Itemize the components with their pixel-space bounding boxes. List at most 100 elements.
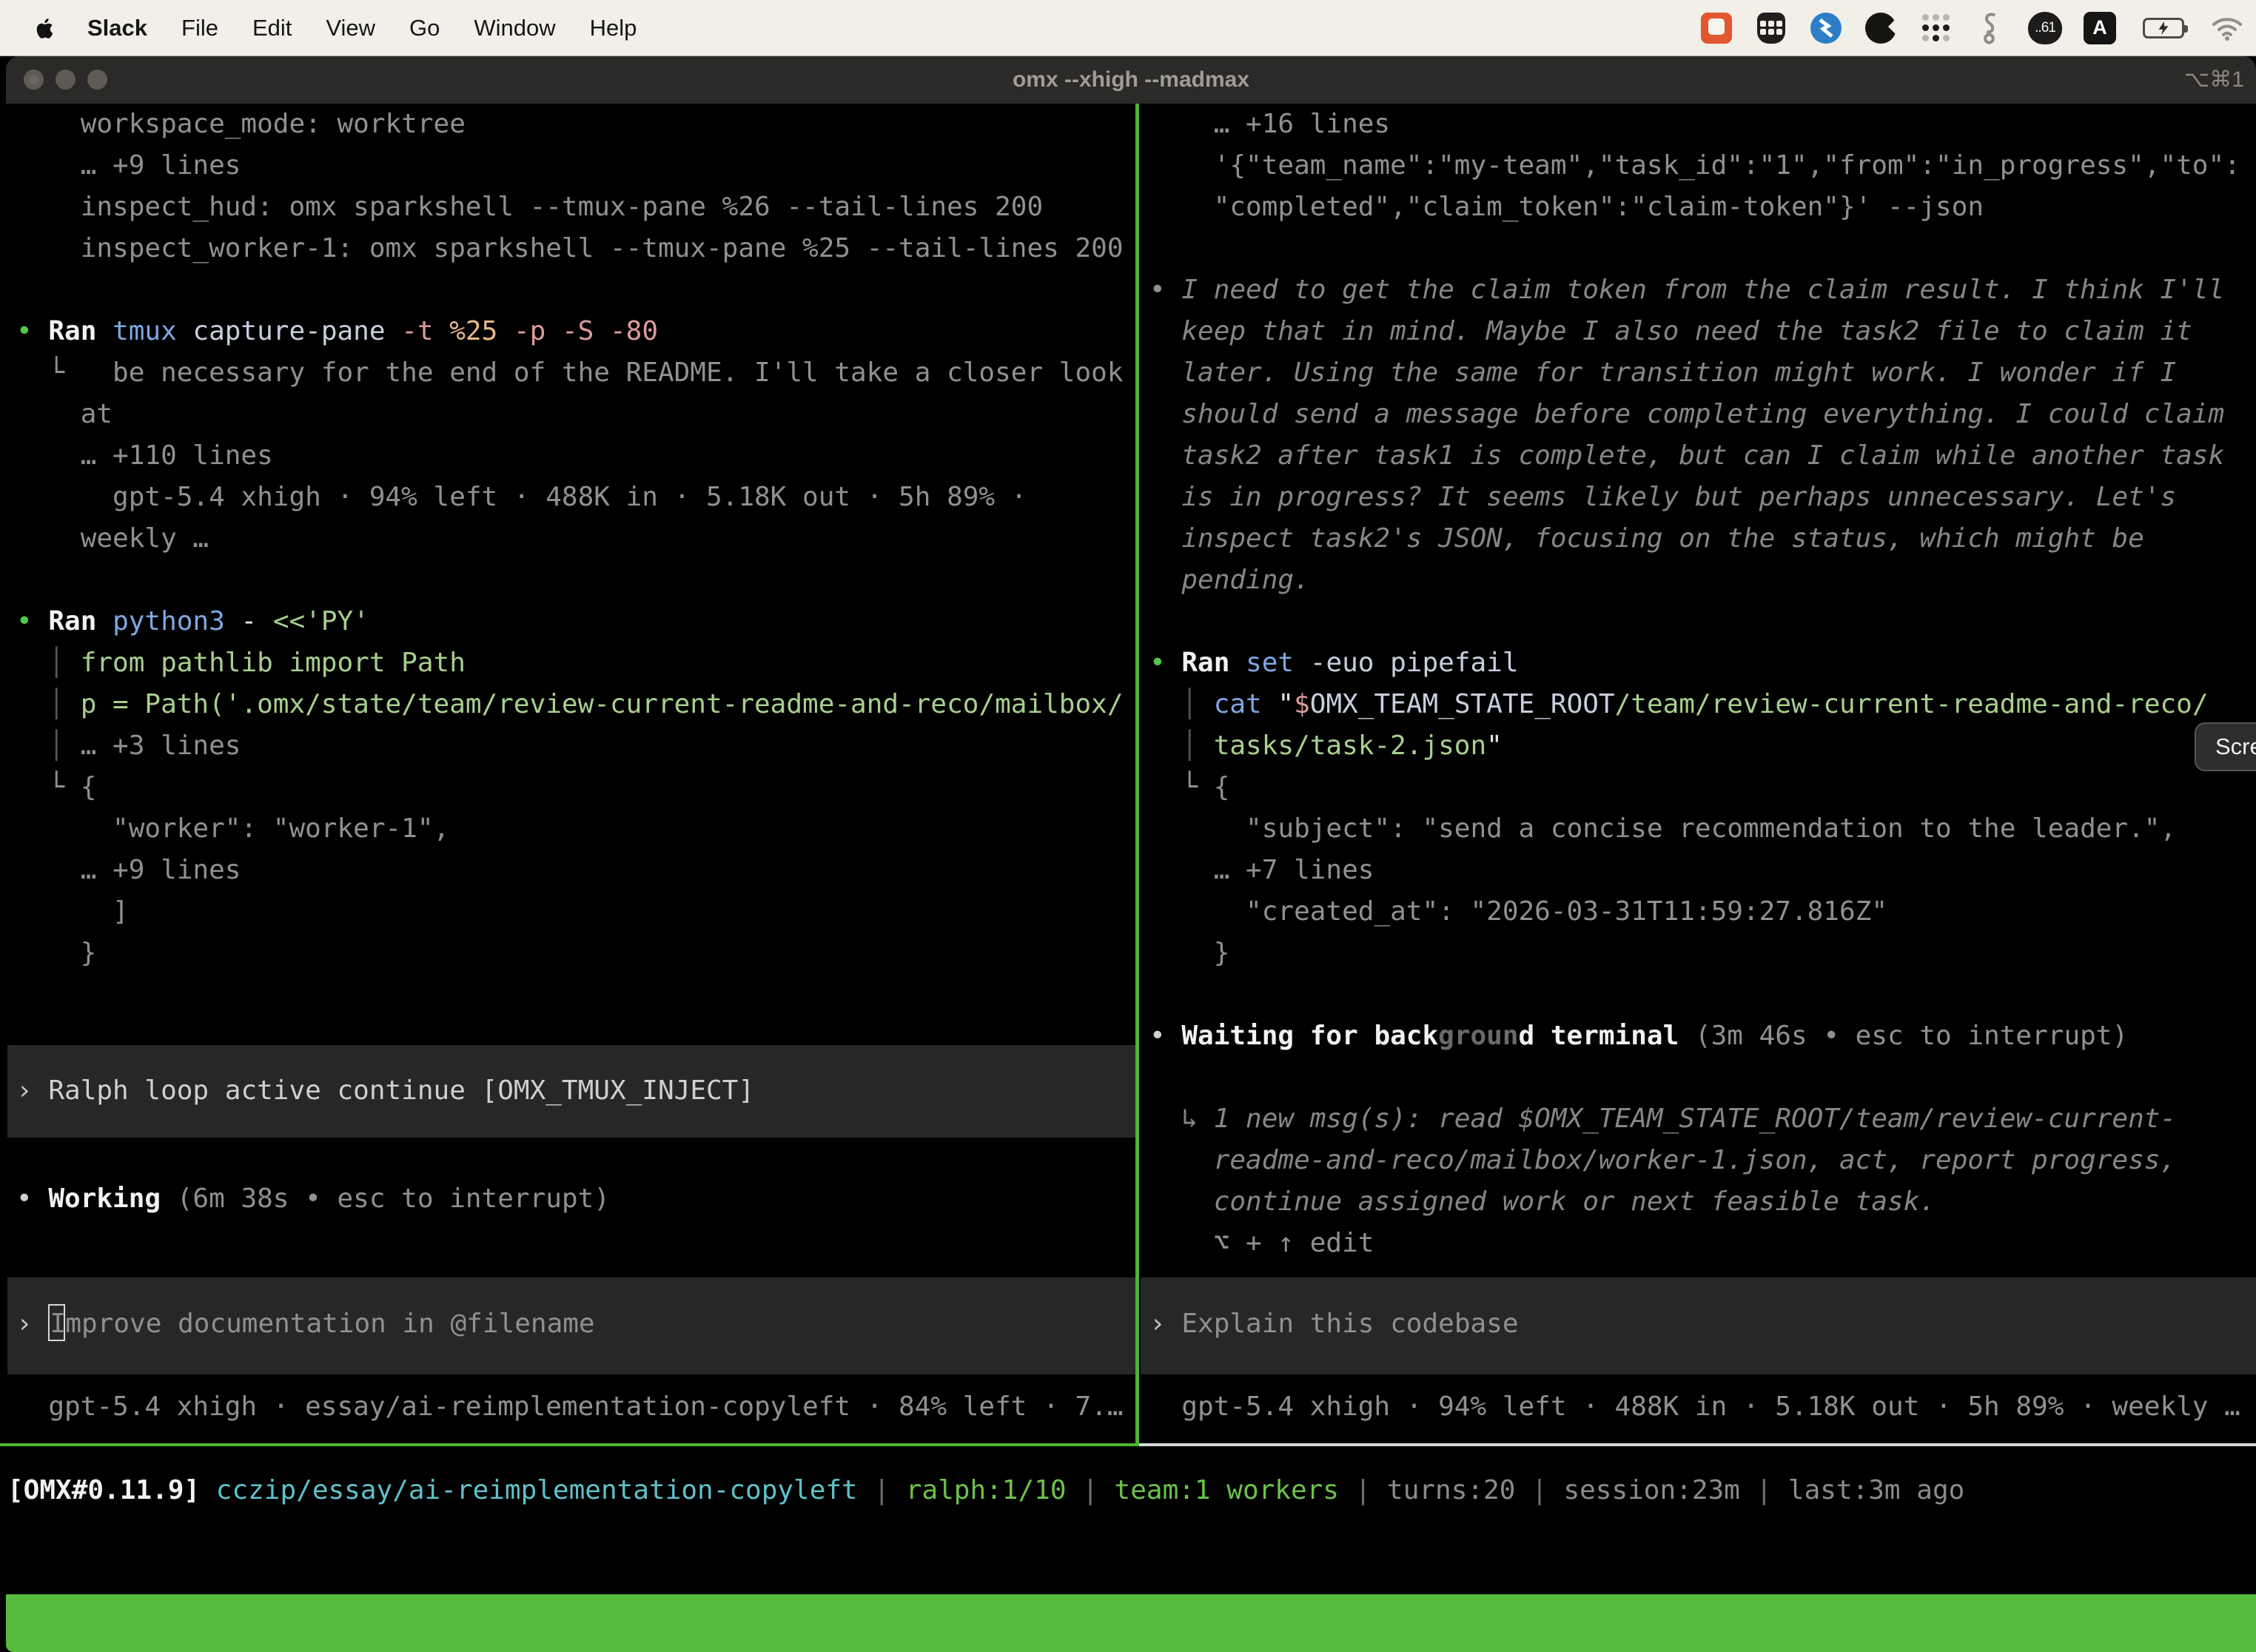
thinking-line: pending.	[1141, 560, 2256, 601]
code-line: │ … +3 lines	[7, 725, 1135, 767]
bullet-icon: •	[1149, 1021, 1181, 1051]
command-line-cat: │ cat "$OMX_TEAM_STATE_ROOT/team/review-…	[1141, 684, 2256, 725]
blank-line	[1141, 228, 2256, 269]
output-line: └ be necessary for the end of the README…	[7, 352, 1135, 394]
output-line: ]	[7, 891, 1135, 933]
hook-icon[interactable]	[1973, 11, 2007, 45]
pie-icon[interactable]	[1864, 11, 1898, 45]
screen-tooltip: Scre	[2195, 722, 2256, 771]
output-line: inspect_worker-1: omx sparkshell --tmux-…	[7, 228, 1135, 269]
menu-go[interactable]: Go	[409, 15, 440, 41]
pane-divider[interactable]	[1135, 104, 1139, 1445]
screen-record-icon[interactable]	[1699, 11, 1733, 45]
edit-shortcut-hint: ⌥ + ↑ edit	[1141, 1223, 2256, 1264]
output-line: … +7 lines	[1141, 850, 2256, 891]
thinking-line: task2 after task1 is complete, but can I…	[1141, 435, 2256, 477]
dots-grid-icon[interactable]	[1918, 11, 1953, 45]
omx-status-line: [OMX#0.11.9] cczip/essay/ai-reimplementa…	[7, 1470, 1964, 1511]
gutter-line: │	[16, 689, 81, 719]
menu-file[interactable]: File	[181, 15, 218, 41]
chevron-icon: ›	[16, 1075, 48, 1106]
blank-line	[1141, 974, 2256, 1015]
window-title-bar: omx --xhigh --madmax ⌥⌘1	[6, 56, 2256, 104]
output-line: inspect_hud: omx sparkshell --tmux-pane …	[7, 187, 1135, 228]
turns-counter: turns:20	[1387, 1475, 1515, 1505]
thinking-line: inspect task2's JSON, focusing on the st…	[1141, 518, 2256, 560]
window-shortcut-hint: ⌥⌘1	[2184, 56, 2244, 104]
bullet-icon: •	[16, 606, 48, 637]
input-placeholder: Explain this codebase	[1181, 1309, 1518, 1339]
apple-logo-icon[interactable]	[31, 15, 58, 41]
session-path: cczip/essay/ai-reimplementation-copyleft	[216, 1475, 858, 1505]
bullet-icon: •	[1149, 275, 1181, 305]
output-line: … +9 lines	[7, 850, 1135, 891]
output-line: … +9 lines	[7, 145, 1135, 187]
chevron-icon: ›	[1149, 1309, 1181, 1339]
gutter-line: │	[1149, 731, 1214, 761]
code-line: │ p = Path('.omx/state/team/review-curre…	[7, 684, 1135, 725]
gutter-line: │	[16, 731, 81, 761]
mailbox-message-line: continue assigned work or next feasible …	[1141, 1181, 2256, 1223]
output-line: "completed","claim_token":"claim-token"}…	[1141, 187, 2256, 228]
tmux-status-bar: [omx-cczip0:bash* "MacBook-Pro-44.local"…	[6, 1594, 2256, 1652]
command-line-tmux: • Ran tmux capture-pane -t %25 -p -S -80	[7, 311, 1135, 352]
session-timer: session:23m	[1563, 1475, 1739, 1505]
output-line: at	[7, 394, 1135, 435]
menu-bar-status-icons: ..61 A	[1699, 11, 2244, 45]
battery-icon[interactable]	[2138, 11, 2189, 45]
blank-line	[7, 269, 1135, 311]
ralph-loop-banner: › Ralph loop active continue [OMX_TMUX_I…	[7, 1045, 1135, 1138]
window-title: omx --xhigh --madmax	[6, 56, 2256, 104]
output-line: workspace_mode: worktree	[7, 104, 1135, 145]
gutter-line: │	[16, 648, 81, 678]
thinking-line: should send a message before completing …	[1141, 394, 2256, 435]
mailbox-message-line: readme-and-reco/mailbox/worker-1.json, a…	[1141, 1140, 2256, 1181]
menu-help[interactable]: Help	[590, 15, 637, 41]
team-workers: team:1 workers	[1115, 1475, 1339, 1505]
mailbox-message-line: ↳ 1 new msg(s): read $OMX_TEAM_STATE_ROO…	[1141, 1098, 2256, 1140]
chevron-icon: ›	[16, 1309, 48, 1339]
thinking-line: • I need to get the claim token from the…	[1141, 269, 2256, 311]
menu-view[interactable]: View	[326, 15, 375, 41]
wifi-icon[interactable]	[2210, 11, 2244, 45]
output-line: └ {	[1141, 767, 2256, 808]
output-line: … +110 lines	[7, 435, 1135, 477]
output-line: }	[7, 933, 1135, 974]
battery-badge-icon[interactable]: ..61	[2028, 11, 2062, 45]
terminal-pane-left[interactable]: workspace_mode: worktree … +9 lines insp…	[7, 104, 1135, 1443]
blank-line	[7, 560, 1135, 601]
output-line: "worker": "worker-1",	[7, 808, 1135, 850]
output-line: … +16 lines	[1141, 104, 2256, 145]
session-status-right: gpt-5.4 xhigh · 94% left · 488K in · 5.1…	[1141, 1386, 2256, 1428]
bullet-icon: •	[16, 316, 48, 346]
waiting-status: • Waiting for background terminal (3m 46…	[1141, 1015, 2256, 1057]
last-activity: last:3m ago	[1788, 1475, 1964, 1505]
bullet-icon: •	[1149, 648, 1181, 678]
working-status: • Working (6m 38s • esc to interrupt)	[7, 1178, 1135, 1220]
terminal-pane-right[interactable]: … +16 lines '{"team_name":"my-team","tas…	[1141, 104, 2256, 1443]
keyboard-layout-icon[interactable]: A	[2083, 11, 2117, 45]
output-line: }	[1141, 933, 2256, 974]
active-pane-border	[0, 1443, 1139, 1446]
menu-app-name[interactable]: Slack	[87, 15, 147, 41]
prompt-input-right[interactable]: › Explain this codebase	[1141, 1277, 2256, 1374]
thinking-line: keep that in mind. Maybe I also need the…	[1141, 311, 2256, 352]
output-line: gpt-5.4 xhigh · 94% left · 488K in · 5.1…	[7, 477, 1135, 518]
desktop-screen: Slack File Edit View Go Window Help	[0, 0, 2256, 1652]
command-line-python: • Ran python3 - <<'PY'	[7, 601, 1135, 642]
output-line: "created_at": "2026-03-31T11:59:27.816Z"	[1141, 891, 2256, 933]
shield-grid-icon[interactable]	[1754, 11, 1788, 45]
blank-line	[1141, 1057, 2256, 1098]
inactive-pane-border	[1139, 1443, 2256, 1446]
text-cursor: I	[48, 1304, 65, 1341]
prompt-input-left[interactable]: › Improve documentation in @filename	[7, 1277, 1135, 1374]
menu-window[interactable]: Window	[474, 15, 555, 41]
speedtest-icon[interactable]	[1809, 11, 1843, 45]
menu-edit[interactable]: Edit	[252, 15, 292, 41]
menu-bar: Slack File Edit View Go Window Help	[0, 0, 2256, 56]
blank-line	[1141, 601, 2256, 642]
input-placeholder: mprove documentation in @filename	[65, 1309, 594, 1339]
output-line: └ {	[7, 767, 1135, 808]
ralph-counter: ralph:1/10	[906, 1475, 1067, 1505]
output-line: "subject": "send a concise recommendatio…	[1141, 808, 2256, 850]
